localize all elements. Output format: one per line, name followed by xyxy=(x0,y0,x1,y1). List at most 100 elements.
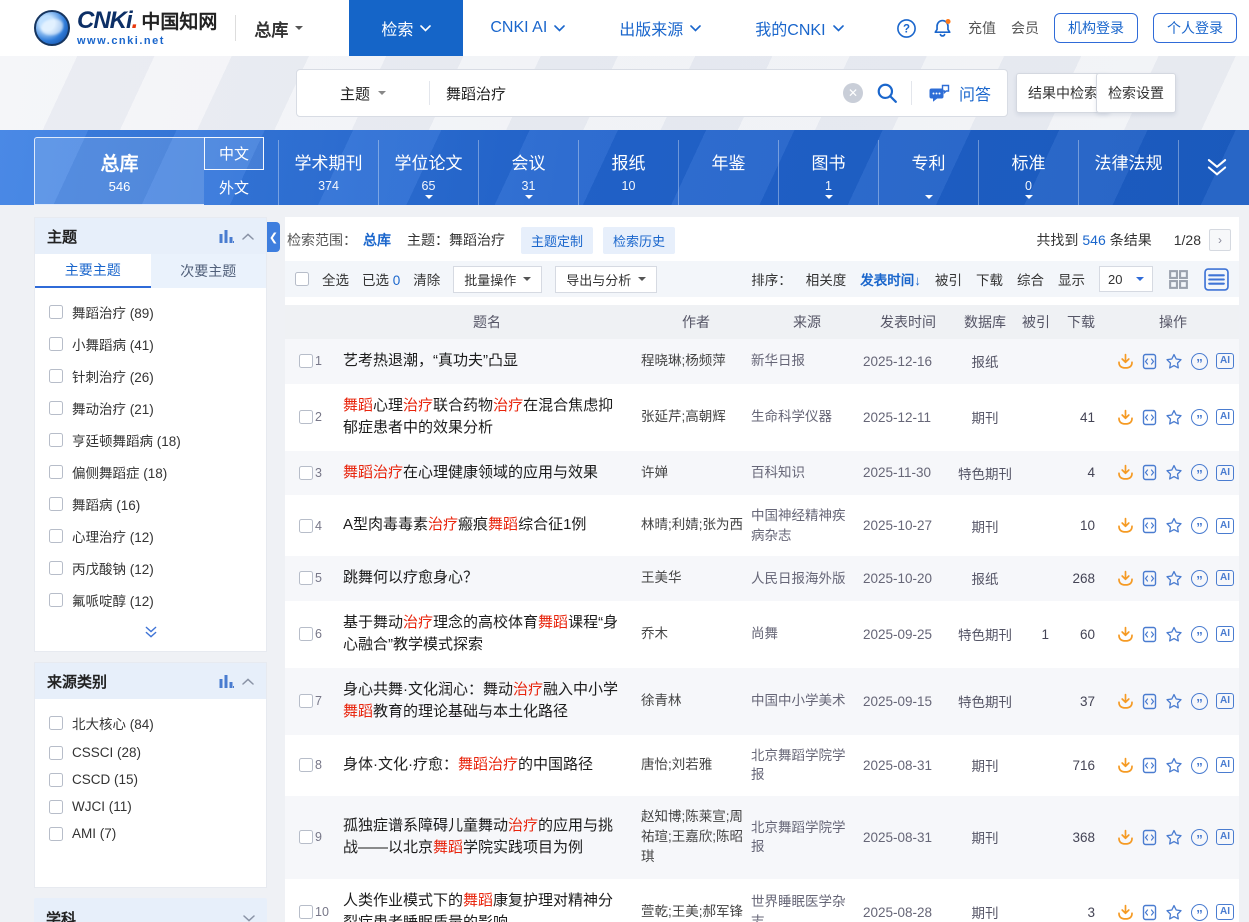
filter-checkbox-item[interactable]: 亨廷顿舞蹈病 (18) xyxy=(35,424,266,456)
row-checkbox[interactable] xyxy=(299,694,313,708)
result-source[interactable]: 北京舞蹈学院学报 xyxy=(751,746,863,785)
row-checkbox[interactable] xyxy=(299,571,313,585)
help-icon[interactable]: ? xyxy=(896,18,917,39)
ai-assistant-button[interactable]: AI xyxy=(1216,570,1234,586)
citation-quote-icon[interactable]: ” xyxy=(1191,464,1208,481)
result-title-link[interactable]: A型肉毒毒素治疗瘢痕舞蹈综合征1例 xyxy=(333,514,641,537)
favorite-star-icon[interactable] xyxy=(1165,904,1183,921)
favorite-star-icon[interactable] xyxy=(1165,570,1183,587)
download-icon[interactable] xyxy=(1117,757,1134,774)
filter-checkbox-item[interactable]: WJCI (11) xyxy=(35,793,266,820)
filter-checkbox[interactable] xyxy=(49,337,63,351)
more-databases-button[interactable] xyxy=(1185,130,1249,205)
favorite-star-icon[interactable] xyxy=(1165,693,1183,710)
filter-checkbox-item[interactable]: 氟哌啶醇 (12) xyxy=(35,584,266,616)
download-icon[interactable] xyxy=(1117,517,1134,534)
favorite-star-icon[interactable] xyxy=(1165,829,1183,846)
export-analyze-button[interactable]: 导出与分析 xyxy=(555,266,657,293)
filter-checkbox[interactable] xyxy=(49,369,63,383)
cnki-logo[interactable]: CNKi. 中国知网 www.cnki.net xyxy=(34,9,217,47)
favorite-star-icon[interactable] xyxy=(1165,409,1183,426)
favorite-star-icon[interactable] xyxy=(1165,626,1183,643)
bar-chart-icon[interactable] xyxy=(219,229,234,243)
citation-quote-icon[interactable]: ” xyxy=(1191,570,1208,587)
filter-checkbox[interactable] xyxy=(49,800,63,814)
filter-checkbox[interactable] xyxy=(49,401,63,415)
search-field-selector[interactable]: 主题 xyxy=(297,83,429,104)
result-authors[interactable]: 张延芹;高朝辉 xyxy=(641,407,751,427)
html-read-icon[interactable] xyxy=(1142,464,1157,481)
lang-chinese-tab[interactable]: 中文 xyxy=(204,137,264,170)
scope-value[interactable]: 总库 xyxy=(363,230,391,250)
db-tab[interactable]: 专利 xyxy=(878,140,978,205)
sort-downloads[interactable]: 下载 xyxy=(976,269,1003,289)
favorite-star-icon[interactable] xyxy=(1165,353,1183,370)
nav-my-cnki[interactable]: 我的CNKI xyxy=(728,0,870,56)
result-source[interactable]: 北京舞蹈学院学报 xyxy=(751,818,863,857)
result-authors[interactable]: 乔木 xyxy=(641,624,751,644)
filter-checkbox-item[interactable]: 心理治疗 (12) xyxy=(35,520,266,552)
filter-checkbox[interactable] xyxy=(49,716,63,730)
select-all-checkbox[interactable] xyxy=(295,272,309,286)
citation-quote-icon[interactable]: ” xyxy=(1191,693,1208,710)
library-switcher[interactable]: 总库 xyxy=(254,16,303,41)
collapse-section-icon[interactable] xyxy=(242,233,254,240)
download-icon[interactable] xyxy=(1117,570,1134,587)
ai-assistant-button[interactable]: AI xyxy=(1216,353,1234,369)
filter-checkbox[interactable] xyxy=(49,529,63,543)
citation-quote-icon[interactable]: ” xyxy=(1191,626,1208,643)
row-checkbox[interactable] xyxy=(299,758,313,772)
personal-login-button[interactable]: 个人登录 xyxy=(1153,13,1237,43)
sort-relevance[interactable]: 相关度 xyxy=(806,269,847,289)
result-title-link[interactable]: 人类作业模式下的舞蹈康复护理对精神分裂症患者睡眠质量的影响 xyxy=(333,890,641,922)
sort-cited[interactable]: 被引 xyxy=(935,269,962,289)
filter-checkbox[interactable] xyxy=(49,433,63,447)
citation-quote-icon[interactable]: ” xyxy=(1191,353,1208,370)
html-read-icon[interactable] xyxy=(1142,409,1157,426)
row-checkbox[interactable] xyxy=(299,354,313,368)
bar-chart-icon[interactable] xyxy=(219,674,234,688)
search-settings-button[interactable]: 检索设置 xyxy=(1096,73,1176,113)
download-icon[interactable] xyxy=(1117,904,1134,921)
ai-assistant-button[interactable]: AI xyxy=(1216,409,1234,425)
filter-checkbox[interactable] xyxy=(49,827,63,841)
db-tab[interactable]: 法律法规 xyxy=(1078,140,1179,205)
result-title-link[interactable]: 基于舞动治疗理念的高校体育舞蹈课程“身心融合”教学模式探索 xyxy=(333,612,641,657)
sidebar-collapse-handle[interactable]: ❮ xyxy=(267,222,280,252)
ai-assistant-button[interactable]: AI xyxy=(1216,518,1234,534)
filter-checkbox[interactable] xyxy=(49,497,63,511)
ai-assistant-button[interactable]: AI xyxy=(1216,904,1234,920)
db-tab[interactable]: 年鉴 xyxy=(678,140,778,205)
favorite-star-icon[interactable] xyxy=(1165,517,1183,534)
db-tab[interactable]: 报纸 10 xyxy=(578,140,678,205)
search-history-chip[interactable]: 检索历史 xyxy=(603,227,675,254)
result-authors[interactable]: 林晴;利婧;张为西 xyxy=(641,515,751,535)
search-icon[interactable] xyxy=(876,82,898,104)
filter-checkbox-item[interactable]: 偏侧舞蹈症 (18) xyxy=(35,456,266,488)
nav-cnki-ai[interactable]: CNKI AI xyxy=(463,0,592,56)
favorite-star-icon[interactable] xyxy=(1165,464,1183,481)
result-title-link[interactable]: 孤独症谱系障碍儿童舞动治疗的应用与挑战——以北京舞蹈学院实践项目为例 xyxy=(333,815,641,860)
citation-quote-icon[interactable]: ” xyxy=(1191,829,1208,846)
filter-checkbox-item[interactable]: AMI (7) xyxy=(35,820,266,847)
result-source[interactable]: 中国神经精神疾病杂志 xyxy=(751,506,863,545)
db-tab[interactable]: 学位论文 65 xyxy=(378,140,478,205)
citation-quote-icon[interactable]: ” xyxy=(1191,757,1208,774)
filter-checkbox-item[interactable]: 舞动治疗 (21) xyxy=(35,392,266,424)
ai-assistant-button[interactable]: AI xyxy=(1216,693,1234,709)
list-view-icon[interactable] xyxy=(1204,268,1229,291)
filter-checkbox[interactable] xyxy=(49,305,63,319)
result-authors[interactable]: 唐怡;刘若雅 xyxy=(641,755,751,775)
db-tab[interactable]: 学术期刊 374 xyxy=(278,140,378,205)
result-authors[interactable]: 赵知博;陈莱宣;周祐瑄;王嘉欣;陈昭琪 xyxy=(641,807,751,868)
result-cited-count[interactable]: 1 xyxy=(1017,627,1055,642)
nav-publish-source[interactable]: 出版来源 xyxy=(592,0,728,56)
row-checkbox[interactable] xyxy=(299,410,313,424)
member-link[interactable]: 会员 xyxy=(1011,18,1039,38)
citation-quote-icon[interactable]: ” xyxy=(1191,904,1208,921)
filter-checkbox-item[interactable]: 舞蹈病 (16) xyxy=(35,488,266,520)
found-count[interactable]: 546 xyxy=(1082,232,1105,248)
next-page-button[interactable]: › xyxy=(1209,229,1231,251)
filter-checkbox[interactable] xyxy=(49,593,63,607)
expand-section-icon[interactable] xyxy=(243,915,255,922)
